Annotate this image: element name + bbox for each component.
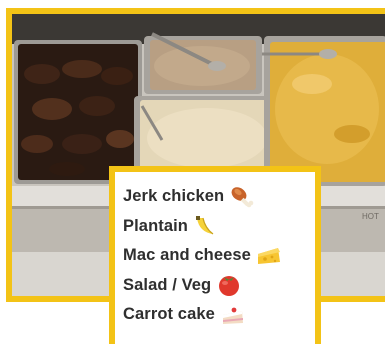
menu-item-mac-and-cheese: Mac and cheese <box>123 241 315 271</box>
hot-label: HOT <box>362 212 379 221</box>
menu-item-label: Plantain <box>123 216 188 235</box>
menu-item-label: Salad / Veg <box>123 275 212 294</box>
tomato-icon <box>216 273 242 297</box>
cake-icon <box>220 303 246 327</box>
menu-item-jerk-chicken: Jerk chicken <box>123 182 315 212</box>
menu-list: Jerk chicken Plantain Mac and cheese Sal… <box>115 172 315 344</box>
tray-rice-peas <box>144 32 262 94</box>
menu-item-label: Carrot cake <box>123 305 215 324</box>
menu-item-carrot-cake: Carrot cake <box>123 300 315 330</box>
menu-item-label: Mac and cheese <box>123 246 251 265</box>
tray-jerk-chicken <box>14 40 142 184</box>
tray-mac-cheese <box>262 36 385 186</box>
cheese-icon <box>256 244 282 268</box>
menu-card: Jerk chicken Plantain Mac and cheese Sal… <box>109 166 321 344</box>
drumstick-icon <box>229 185 255 209</box>
menu-item-label: Jerk chicken <box>123 187 225 206</box>
banana-icon <box>193 214 219 238</box>
menu-item-plantain: Plantain <box>123 212 315 242</box>
menu-item-salad-veg: Salad / Veg <box>123 271 315 301</box>
